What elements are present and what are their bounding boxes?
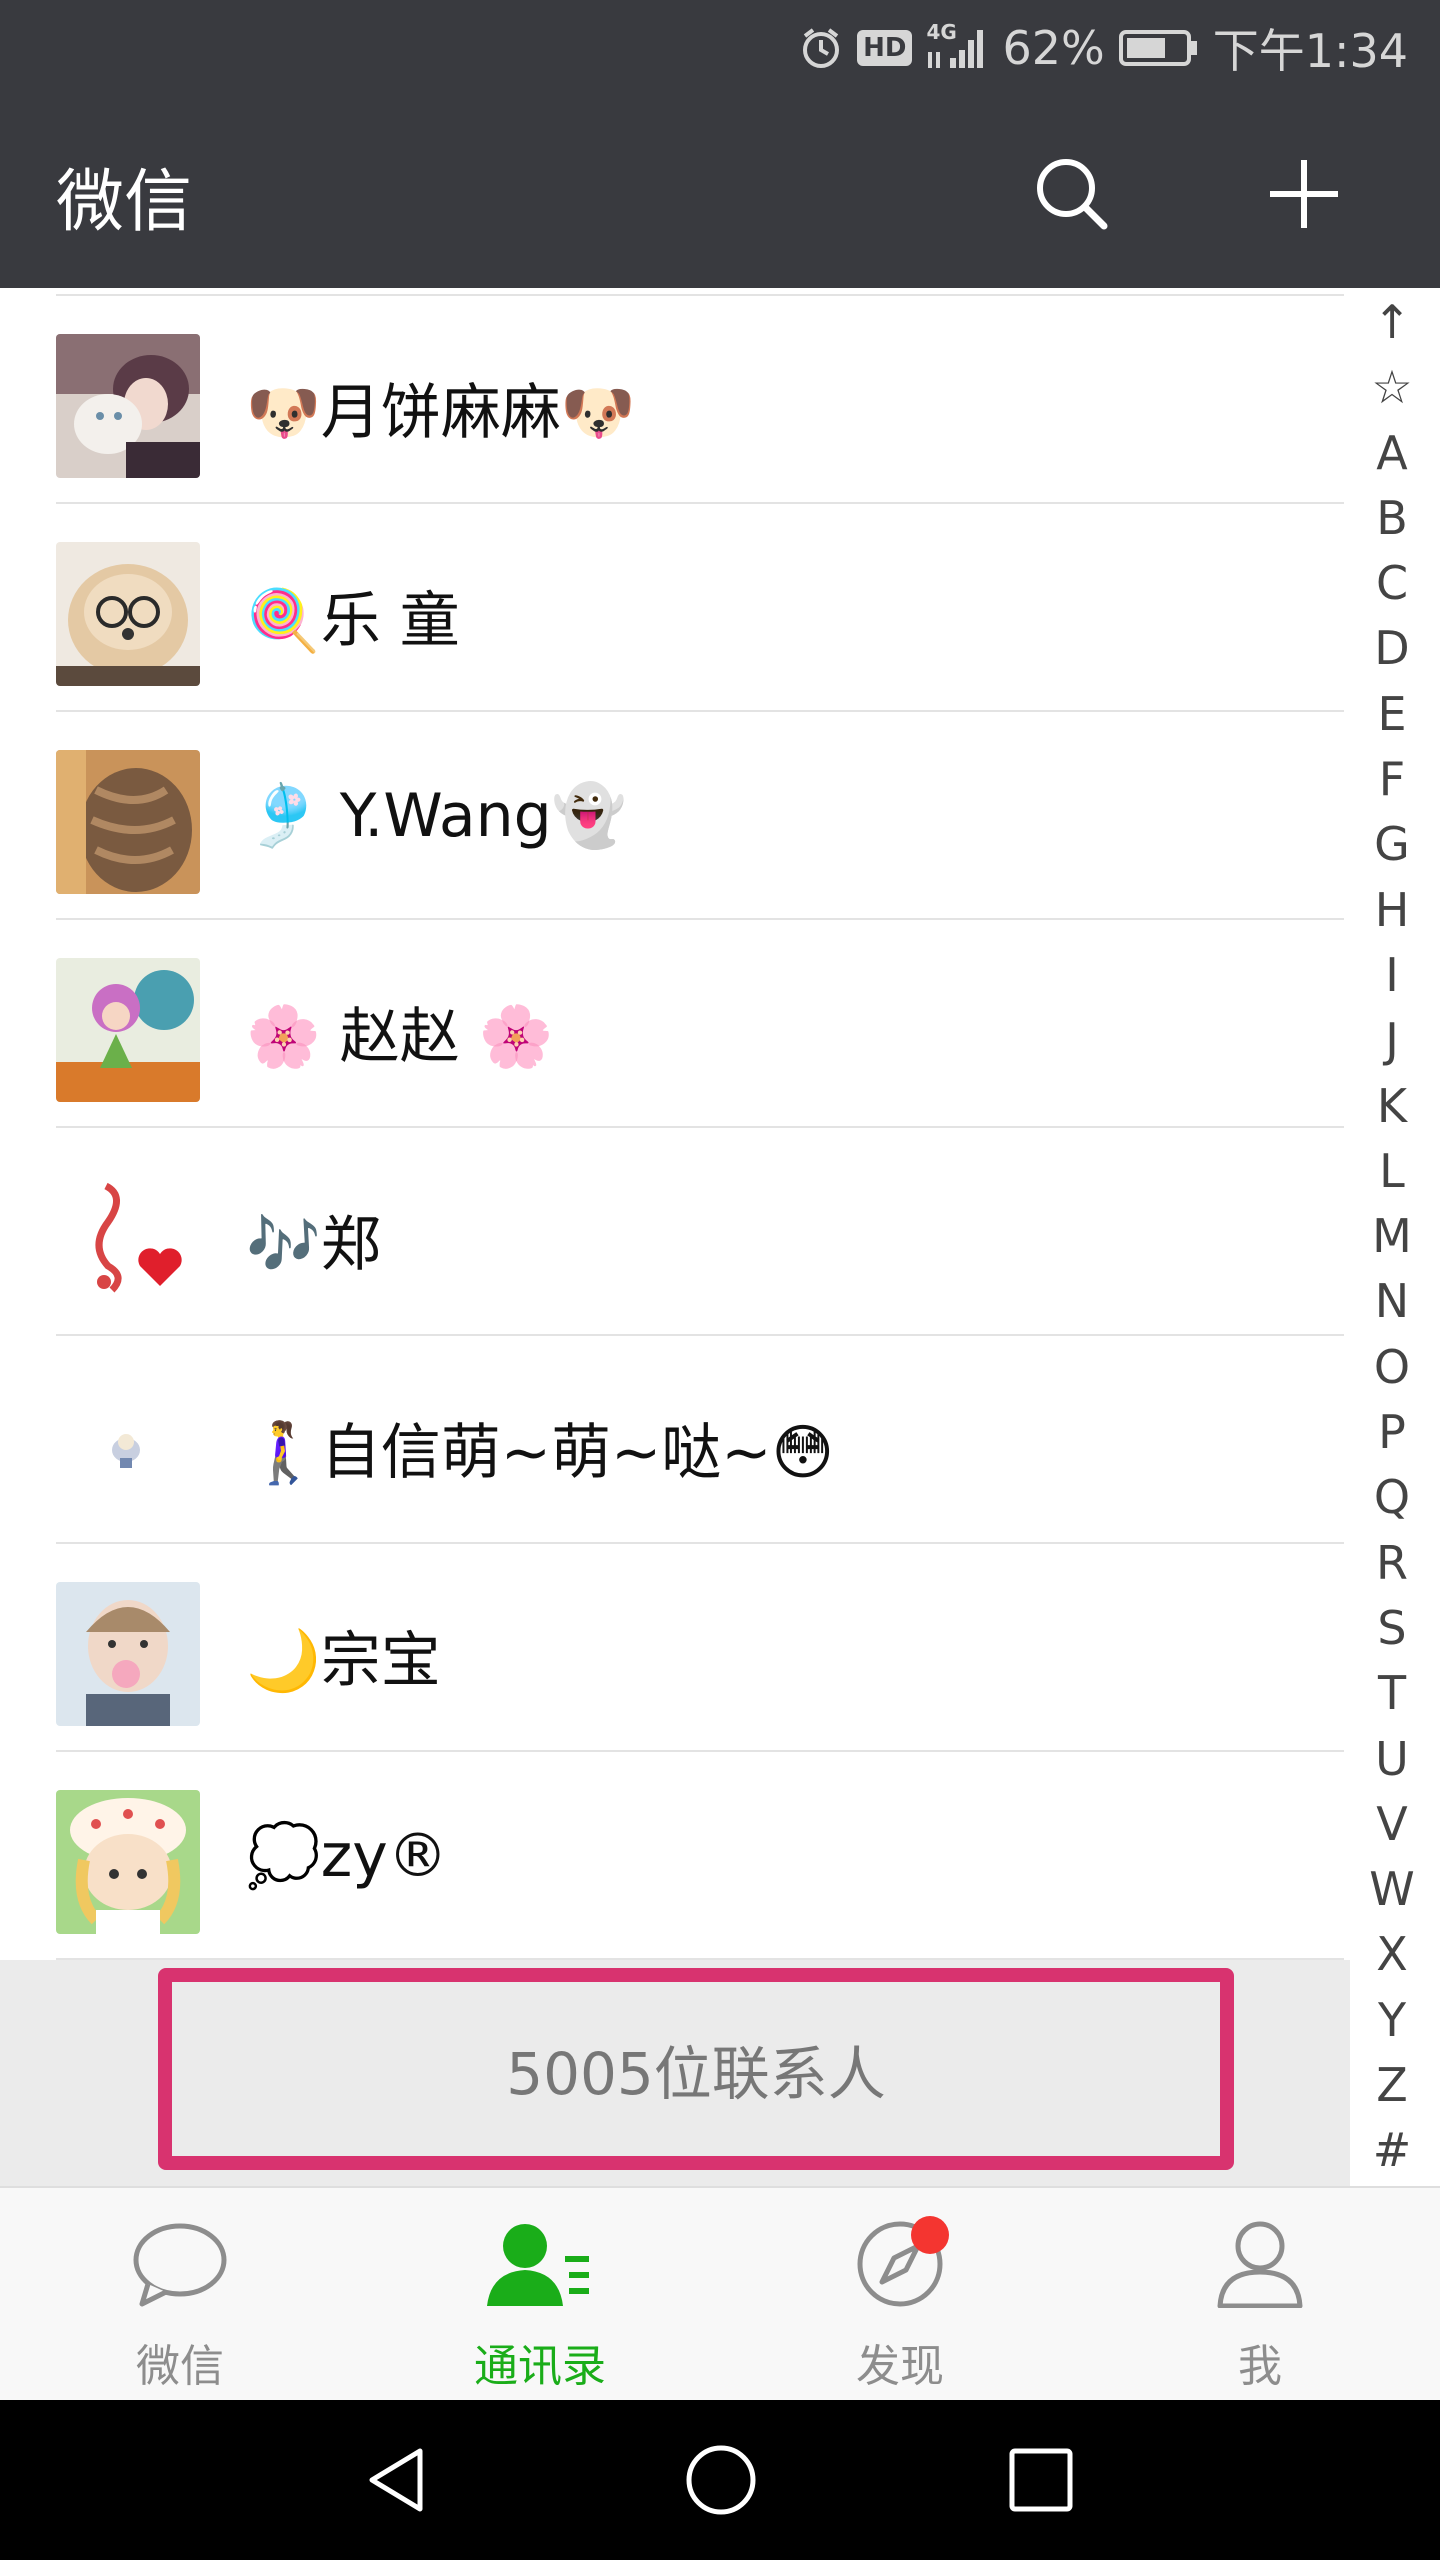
alphabet-index-bar[interactable]: ↑ ☆ A B C D E F G H I J K L M N O P Q R S T U V W X Y Z #: [1352, 290, 1432, 2180]
plus-icon: [1270, 160, 1338, 228]
index-letter[interactable]: Z: [1352, 2053, 1432, 2118]
tab-label: 发现: [856, 2341, 944, 2392]
alarm-icon: [799, 26, 843, 70]
avatar: [56, 750, 200, 894]
system-navigation-bar: [0, 2400, 1440, 2560]
index-letter[interactable]: #: [1352, 2118, 1432, 2183]
index-letter[interactable]: N: [1352, 1269, 1432, 1334]
contact-name: 🐶月饼麻麻🐶: [246, 378, 636, 448]
index-letter[interactable]: Q: [1352, 1465, 1432, 1530]
index-letter[interactable]: A: [1352, 421, 1432, 486]
hd-badge: HD: [857, 30, 913, 66]
battery-percent: 62%: [1002, 21, 1105, 75]
index-letter[interactable]: C: [1352, 551, 1432, 616]
avatar: [56, 542, 200, 686]
contact-name: 🌸 赵赵 🌸: [246, 1002, 554, 1072]
contact-row[interactable]: 🍭乐 童: [0, 504, 1350, 712]
tab-me[interactable]: 我: [1080, 2188, 1440, 2402]
contact-row[interactable]: 🐶月饼麻麻🐶: [0, 296, 1350, 504]
index-letter[interactable]: ↑: [1352, 290, 1432, 355]
contact-row[interactable]: 🎐 Y.Wang👻: [0, 712, 1350, 920]
avatar: [56, 1790, 200, 1934]
index-letter[interactable]: J: [1352, 1008, 1432, 1073]
index-letter[interactable]: B: [1352, 486, 1432, 551]
avatar: [56, 334, 200, 478]
tab-label: 我: [1238, 2341, 1282, 2392]
contact-row[interactable]: 💭zy®: [0, 1752, 1350, 1960]
index-letter[interactable]: T: [1352, 1661, 1432, 1726]
index-letter[interactable]: Y: [1352, 1988, 1432, 2053]
status-icons: HD 4G 62% 下午1:34: [799, 18, 1408, 78]
index-letter[interactable]: V: [1352, 1792, 1432, 1857]
index-letter[interactable]: U: [1352, 1727, 1432, 1792]
bottom-tab-bar: 微信 通讯录 发现 我: [0, 2186, 1440, 2400]
avatar: [56, 1166, 200, 1310]
contact-count-highlight: 5005位联系人: [158, 1968, 1234, 2170]
contact-name: 🎶郑: [246, 1210, 381, 1280]
index-letter[interactable]: R: [1352, 1531, 1432, 1596]
index-letter[interactable]: H: [1352, 878, 1432, 943]
index-letter[interactable]: P: [1352, 1400, 1432, 1465]
index-letter[interactable]: X: [1352, 1922, 1432, 1987]
avatar: [56, 958, 200, 1102]
search-button[interactable]: [1024, 146, 1120, 242]
person-icon: [1205, 2218, 1315, 2318]
contact-row[interactable]: 🌙宗宝: [0, 1544, 1350, 1752]
index-letter[interactable]: S: [1352, 1596, 1432, 1661]
notification-badge: [911, 2216, 949, 2254]
contact-row[interactable]: 🚶‍♀️自信萌~萌~哒~😳: [0, 1336, 1350, 1544]
status-bar: HD 4G 62% 下午1:34: [0, 0, 1440, 96]
tab-contacts[interactable]: 通讯录: [360, 2188, 720, 2402]
network-type: 4G: [926, 20, 957, 44]
contact-row[interactable]: 🌸 赵赵 🌸: [0, 920, 1350, 1128]
clock: 下午1:34: [1212, 24, 1408, 78]
index-letter[interactable]: I: [1352, 943, 1432, 1008]
page-title: 微信: [56, 163, 193, 242]
avatar: [56, 1374, 200, 1518]
index-letter[interactable]: M: [1352, 1204, 1432, 1269]
index-letter[interactable]: E: [1352, 682, 1432, 747]
contact-name: 🌙宗宝: [246, 1626, 441, 1696]
index-letter[interactable]: W: [1352, 1857, 1432, 1922]
tab-label: 微信: [136, 2341, 224, 2392]
chat-bubble-icon: [125, 2218, 235, 2318]
back-triangle-icon: [369, 2448, 423, 2512]
tab-label: 通讯录: [474, 2341, 606, 2392]
battery-icon: [1118, 28, 1199, 68]
index-letter[interactable]: D: [1352, 616, 1432, 681]
compass-icon: [845, 2216, 955, 2318]
contact-count: 5005位联系人: [506, 2040, 886, 2108]
search-icon: [1037, 159, 1108, 230]
contact-count-footer: 5005位联系人: [0, 1960, 1350, 2186]
contacts-icon: [485, 2218, 595, 2318]
recents-square-icon: [1009, 2448, 1073, 2512]
index-letter[interactable]: O: [1352, 1335, 1432, 1400]
contact-list[interactable]: 🐶月饼麻麻🐶 🍭乐 童 🎐 Y.Wang👻 🌸 赵赵 🌸 🎶郑: [0, 288, 1350, 1960]
contact-name: 🎐 Y.Wang👻: [246, 781, 627, 851]
avatar: [56, 1582, 200, 1726]
home-button[interactable]: [676, 2440, 766, 2520]
index-letter[interactable]: K: [1352, 1074, 1432, 1139]
back-button[interactable]: [352, 2440, 442, 2520]
recents-button[interactable]: [996, 2440, 1086, 2520]
tab-chats[interactable]: 微信: [0, 2188, 360, 2402]
contact-name: 💭zy®: [246, 1821, 448, 1891]
add-button[interactable]: [1256, 146, 1352, 242]
tab-discover[interactable]: 发现: [720, 2188, 1080, 2402]
signal-icon: 4G: [926, 22, 988, 70]
contact-name: 🍭乐 童: [246, 586, 460, 656]
index-letter[interactable]: ☆: [1352, 355, 1432, 420]
contact-name: 🚶‍♀️自信萌~萌~哒~😳: [246, 1418, 835, 1488]
index-letter[interactable]: F: [1352, 747, 1432, 812]
index-letter[interactable]: G: [1352, 812, 1432, 877]
contact-row[interactable]: 🎶郑: [0, 1128, 1350, 1336]
title-bar: 微信: [0, 96, 1440, 288]
index-letter[interactable]: L: [1352, 1139, 1432, 1204]
home-circle-icon: [686, 2445, 756, 2515]
